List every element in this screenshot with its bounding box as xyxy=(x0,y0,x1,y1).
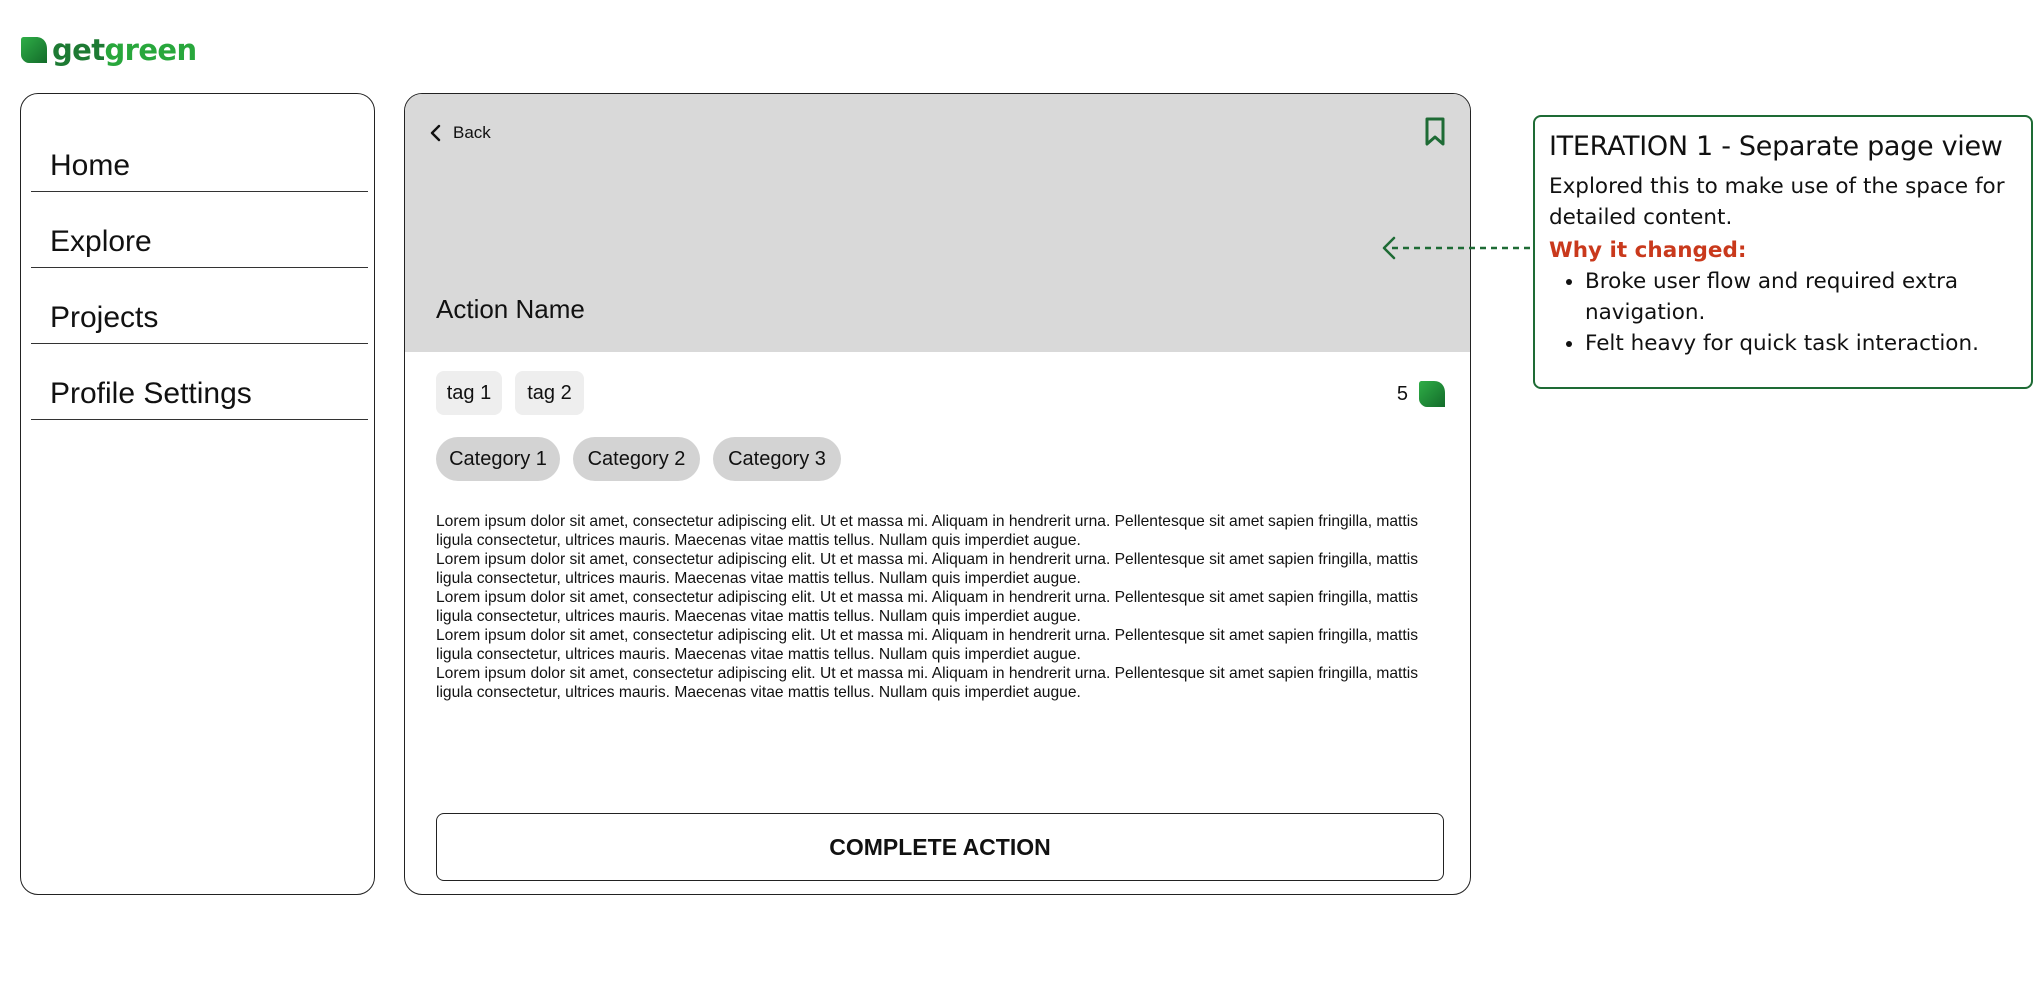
sidebar-item-label: Profile Settings xyxy=(50,377,252,410)
points-value: 5 xyxy=(1396,382,1408,405)
sidebar-item-explore[interactable]: Explore xyxy=(31,192,368,268)
sidebar-item-label: Home xyxy=(50,149,131,182)
note-description: Explored this to make use of the space f… xyxy=(1549,174,2005,230)
category-chip[interactable]: Category 3 xyxy=(713,437,841,481)
description-paragraph: Lorem ipsum dolor sit amet, consectetur … xyxy=(436,513,1418,549)
sidebar-item-projects[interactable]: Projects xyxy=(31,268,368,344)
complete-action-button[interactable]: COMPLETE ACTION xyxy=(436,813,1444,881)
points-indicator: 5 xyxy=(1397,378,1446,410)
sidebar-item-label: Projects xyxy=(50,301,159,334)
sidebar: Home Explore Projects Profile Settings xyxy=(20,93,375,895)
description-paragraph: Lorem ipsum dolor sit amet, consectetur … xyxy=(436,551,1418,587)
sidebar-item-home[interactable]: Home xyxy=(31,116,368,192)
iteration-note: ITERATION 1 - Separate page view Explore… xyxy=(1533,115,2033,389)
action-detail-card: Back Action Name tag 1 tag 2 5 Category … xyxy=(404,93,1471,895)
sidebar-item-label: Explore xyxy=(50,225,152,258)
annotation-arrow-icon xyxy=(1382,236,1543,260)
chevron-left-icon xyxy=(430,124,441,142)
back-label: Back xyxy=(453,123,491,142)
bookmark-icon xyxy=(1425,117,1445,146)
hero-banner: Back Action Name xyxy=(405,94,1470,352)
back-button[interactable]: Back xyxy=(427,118,491,148)
note-title: ITERATION 1 - Separate page view xyxy=(1549,131,2003,162)
category-chip[interactable]: Category 2 xyxy=(573,437,700,481)
tag-chip[interactable]: tag 1 xyxy=(436,371,502,415)
description-paragraph: Lorem ipsum dolor sit amet, consectetur … xyxy=(436,627,1418,663)
action-description: Lorem ipsum dolor sit amet, consectetur … xyxy=(436,512,1421,702)
action-title: Action Name xyxy=(436,294,585,324)
category-chip[interactable]: Category 1 xyxy=(436,437,560,481)
brand-logo[interactable]: getgreen xyxy=(20,30,197,70)
description-paragraph: Lorem ipsum dolor sit amet, consectetur … xyxy=(436,589,1418,625)
leaf-icon xyxy=(21,37,47,63)
note-why-heading: Why it changed: xyxy=(1549,238,1747,263)
list-item: Broke user flow and required extra navig… xyxy=(1585,266,2017,328)
tag-chip[interactable]: tag 2 xyxy=(515,371,584,415)
brand-name: getgreen xyxy=(52,33,197,67)
leaf-icon xyxy=(1419,381,1445,407)
description-paragraph: Lorem ipsum dolor sit amet, consectetur … xyxy=(436,665,1418,701)
list-item: Felt heavy for quick task interaction. xyxy=(1585,328,2017,359)
bookmark-button[interactable] xyxy=(1420,116,1450,148)
note-reasons-list: Broke user flow and required extra navig… xyxy=(1549,266,2017,359)
sidebar-item-profile-settings[interactable]: Profile Settings xyxy=(31,344,368,420)
